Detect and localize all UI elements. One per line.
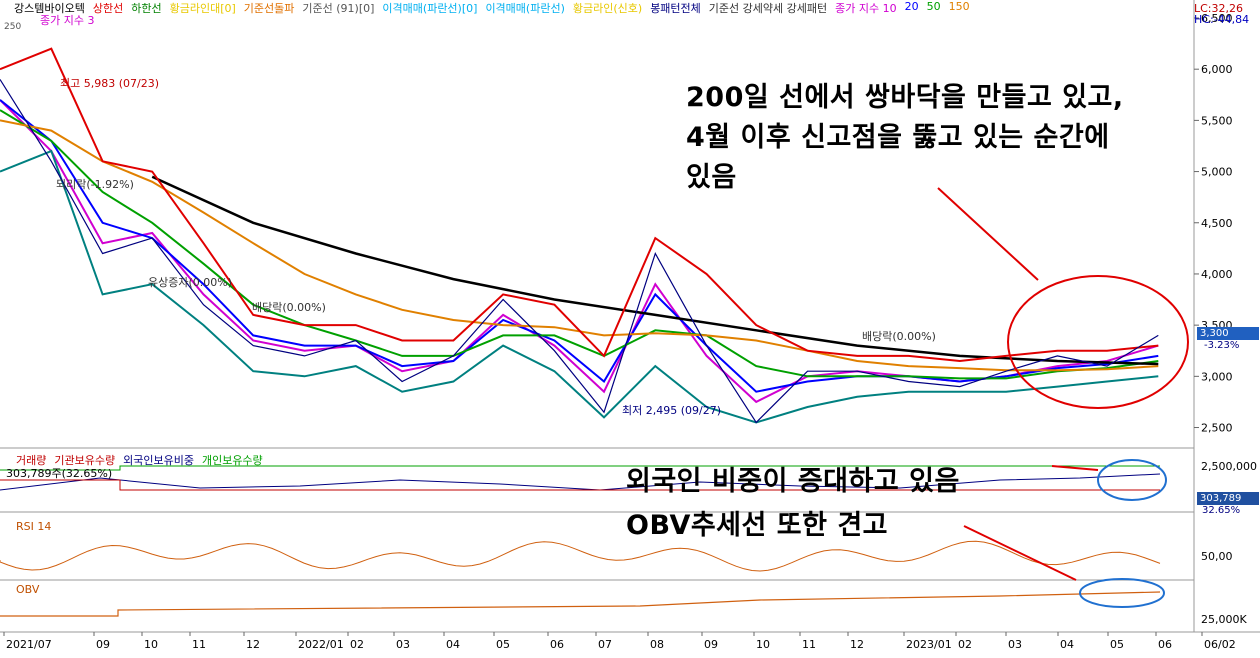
y-tick-label: 5,500	[1201, 114, 1233, 127]
legend-item-1: 하한선	[131, 2, 162, 14]
sub-legend: 종가 지수 3	[40, 14, 95, 27]
x-tick-label: 05	[496, 638, 510, 651]
volume-tag-pct: 32.65%	[1202, 505, 1241, 516]
legend-item-4: 기준선 (91)[0]	[302, 2, 375, 14]
legend-item-7: 황금라인(신호)	[572, 2, 643, 14]
x-tick-label: 02	[958, 638, 972, 651]
obv-label: OBV	[16, 583, 40, 596]
annotation-line-2: 4월 이후 신고점을 뚫고 있는 순간에	[686, 122, 1110, 153]
legend-item-13: 150	[948, 0, 970, 13]
x-tick-label: 06	[550, 638, 564, 651]
legend-item-8: 봉패턴전체	[650, 2, 701, 14]
indicator-legend: 강스템바이오텍 상한선 하한선 황금라인대[0] 기준선돌파 기준선 (91)[0] 이격매…	[0, 0, 1190, 14]
x-tick-label: 09	[704, 638, 718, 651]
rsi-label: RSI 14	[16, 520, 52, 533]
y-tick-label: 6,000	[1201, 63, 1233, 76]
x-tick-label: 04	[446, 638, 460, 651]
legend-item-11: 20	[904, 0, 919, 13]
x-tick-label: 03	[396, 638, 410, 651]
x-tick-label: 03	[1008, 638, 1022, 651]
chart-stage: 2021/07 09 10 11 12 2022/01 02 03 04 05 06 07 08 09 10…	[0, 0, 1260, 654]
max-price-label: 최고 5,983 (07/23)	[60, 77, 160, 90]
x-tick-label: 04	[1060, 638, 1074, 651]
legend-item-0: 상한선	[92, 2, 124, 14]
x-tick-label: 09	[96, 638, 110, 651]
x-tick-label: 08	[650, 638, 664, 651]
x-tick-label: 11	[192, 638, 206, 651]
x-tick-label: 12	[246, 638, 260, 651]
hc-readout: HC:-44,84	[1194, 13, 1250, 26]
min-price-label: 최저 2,495 (09/27)	[622, 404, 722, 417]
annotation-foreign: 외국인 비중이 증대하고 있음	[626, 466, 960, 497]
pattern-label-3: 배당락(0.00%)	[252, 301, 326, 314]
annotation-obv: OBV추세선 또한 견고	[626, 510, 889, 541]
x-tick-label: 2023/01	[906, 638, 952, 651]
legend-item-2: 황금라인대[0]	[169, 2, 236, 14]
volume-legend-item-2: 외국인보유비중	[123, 454, 194, 467]
x-tick-label: 2021/07	[6, 638, 52, 651]
x-tick-label: 10	[144, 638, 158, 651]
legend-item-9: 기준선 강세약세 강세패턴	[708, 2, 828, 14]
y-tick-label: 3,000	[1201, 370, 1233, 383]
small-period-label: 250	[4, 22, 22, 32]
pattern-label-1: 되리락(-1.92%)	[56, 178, 134, 191]
legend-item-3: 기준선돌파	[243, 2, 295, 14]
x-tick-label: 05	[1110, 638, 1124, 651]
x-tick-label: 11	[802, 638, 816, 651]
x-tick-label: 02	[350, 638, 364, 651]
annotation-line-1: 200일 선에서 쌍바닥을 만들고 있고,	[686, 82, 1124, 113]
sub-y-tick: 50,00	[1201, 550, 1233, 563]
volume-legend-item-3: 개인보유수량	[201, 454, 263, 467]
legend-item-5: 이격매매(파란선)[0]	[382, 2, 478, 14]
legend-item-10: 종가 지수 10	[835, 2, 897, 14]
pattern-label-2: 유상증자(0.00%)	[148, 276, 233, 289]
legend-item-6: 이격매매(파란선)	[485, 2, 565, 14]
sub-y-tick: 2,500,000	[1201, 460, 1257, 473]
last-price-tag: 3,300	[1197, 327, 1259, 340]
y-tick-label: 2,500	[1201, 422, 1233, 435]
x-tick-label: 07	[598, 638, 612, 651]
annotation-main: 200일 선에서 쌍바닥을 만들고 있고, 4월 이후 신고점을 뚫고 있는 순…	[686, 78, 1124, 198]
x-tick-label: 12	[850, 638, 864, 651]
volume-tag: 303,789	[1197, 492, 1259, 505]
legend-item-12: 50	[926, 0, 941, 13]
x-tick-label: 06/02	[1204, 638, 1236, 651]
annotation-line-3: 있음	[686, 162, 737, 193]
y-tick-label: 4,000	[1201, 268, 1233, 281]
x-tick-label: 06	[1158, 638, 1172, 651]
y-tick-label: 5,000	[1201, 166, 1233, 179]
last-change: -3.23%	[1204, 340, 1240, 351]
volume-value: 303,789주(32.65%)	[6, 467, 113, 480]
x-tick-label: 2022/01	[298, 638, 344, 651]
sub-y-tick: 25,000K	[1201, 613, 1247, 626]
y-tick-label: 4,500	[1201, 217, 1233, 230]
x-tick-label: 10	[756, 638, 770, 651]
pattern-label-4: 배당락(0.00%)	[862, 330, 936, 343]
